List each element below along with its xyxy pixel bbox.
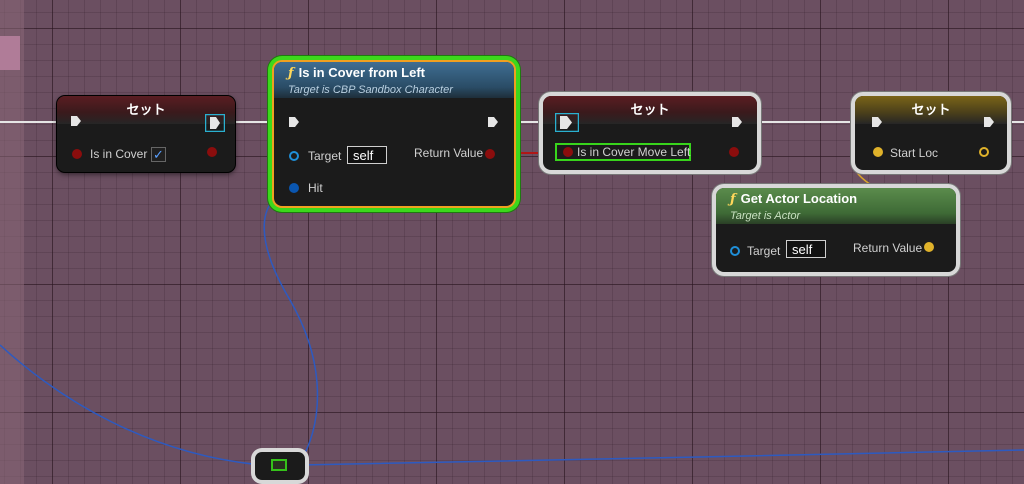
reroute-node[interactable] [255, 452, 305, 480]
blueprint-graph-canvas[interactable]: セット Is in Cover ✓ ƒ Is in Cover from Left… [0, 0, 1024, 484]
return-value-label: Return Value [414, 146, 484, 160]
reroute-pin[interactable] [271, 459, 287, 471]
node-subtitle: Target is CBP Sandbox Character [288, 84, 453, 96]
is-in-cover-from-left-node[interactable]: ƒ Is in Cover from Left Target is CBP San… [274, 62, 514, 206]
target-label: Target [747, 244, 781, 258]
function-icon: ƒ [288, 66, 294, 81]
value-checkbox[interactable]: ✓ [151, 147, 166, 162]
set-start-loc-node[interactable]: セット Start Loc [855, 96, 1007, 170]
exec-in-pin[interactable] [555, 113, 579, 132]
node-header: ƒ Is in Cover from Left Target is CBP San… [274, 62, 514, 98]
exec-in-pin[interactable] [871, 116, 883, 128]
target-label: Target [308, 149, 342, 163]
variable-label: Is in Cover [90, 147, 148, 161]
exec-out-pin[interactable] [205, 114, 225, 132]
get-actor-location-node[interactable]: ƒ Get Actor Location Target is Actor Targ… [716, 188, 956, 272]
exec-in-pin[interactable] [70, 115, 82, 127]
exec-out-pin[interactable] [731, 116, 743, 128]
exec-in-pin[interactable] [288, 116, 300, 128]
node-header: ƒ Get Actor Location Target is Actor [716, 188, 956, 224]
hit-pin[interactable] [289, 183, 299, 193]
node-title: Get Actor Location [740, 191, 858, 206]
variable-label: Start Loc [890, 146, 939, 160]
return-value-pin[interactable] [924, 242, 934, 252]
exec-out-pin[interactable] [983, 116, 995, 128]
set-is-in-cover-move-left-node[interactable]: セット Is in Cover Move Left [543, 96, 757, 170]
node-title: Is in Cover from Left [298, 65, 426, 80]
bool-out-pin[interactable] [729, 147, 739, 157]
node-subtitle: Target is Actor [730, 210, 801, 222]
bool-out-pin[interactable] [207, 147, 217, 157]
bool-pin[interactable] [563, 147, 573, 157]
target-pin[interactable] [289, 151, 299, 161]
hit-wire [263, 187, 319, 463]
function-icon: ƒ [730, 192, 736, 207]
hit-wire [0, 344, 263, 466]
target-field[interactable]: self [347, 146, 387, 164]
exec-out-pin[interactable] [487, 116, 499, 128]
bool-pin[interactable] [72, 149, 82, 159]
target-field[interactable]: self [786, 240, 826, 258]
target-pin[interactable] [730, 246, 740, 256]
return-value-label: Return Value [853, 241, 923, 255]
hit-wire [299, 449, 1024, 466]
vector-pin[interactable] [873, 147, 883, 157]
variable-label: Is in Cover Move Left [577, 145, 691, 159]
vector-out-pin[interactable] [979, 147, 989, 157]
return-value-pin[interactable] [485, 149, 495, 159]
hit-label: Hit [308, 181, 323, 195]
set-is-in-cover-node[interactable]: セット Is in Cover ✓ [57, 96, 235, 172]
